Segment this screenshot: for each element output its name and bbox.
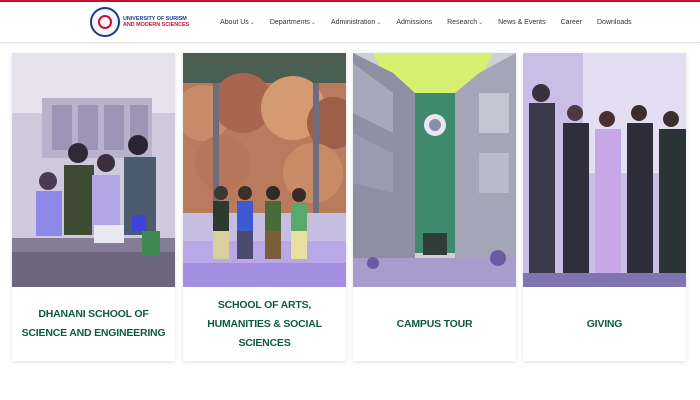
logo-title-line2: AND MODERN SCIENCES bbox=[123, 22, 190, 28]
nav-news-events-label: News & Events bbox=[498, 18, 546, 26]
nav-career-label: Career bbox=[560, 18, 582, 26]
nav-downloads[interactable]: Downloads bbox=[597, 19, 632, 26]
nav-departments[interactable]: Departments ⌄ bbox=[270, 19, 316, 26]
card-arts-humanities-label: SCHOOL OF ARTS, HUMANITIES & SOCIAL SCIE… bbox=[207, 298, 322, 349]
university-seal-icon bbox=[90, 7, 120, 37]
card-campus-tour[interactable]: CAMPUS TOUR bbox=[353, 53, 516, 361]
card-science-engineering[interactable]: DHANANI SCHOOL OF SCIENCE AND ENGINEERIN… bbox=[12, 53, 175, 361]
nav-admissions-label: Admissions bbox=[396, 18, 433, 26]
nav-news-events[interactable]: News & Events bbox=[498, 19, 545, 26]
nav-downloads-label: Downloads bbox=[597, 18, 632, 26]
card-giving-label: GIVING bbox=[586, 317, 623, 330]
campus-building-image bbox=[353, 53, 516, 287]
card-arts-humanities[interactable]: SCHOOL OF ARTS, HUMANITIES & SOCIAL SCIE… bbox=[183, 53, 346, 361]
nav-admissions[interactable]: Admissions bbox=[396, 19, 432, 26]
chevron-down-icon: ⌄ bbox=[376, 19, 382, 26]
card-campus-tour-label: CAMPUS TOUR bbox=[396, 317, 473, 330]
lab-students-image bbox=[12, 53, 175, 287]
students-outdoor-image bbox=[183, 53, 346, 287]
card-giving[interactable]: GIVING bbox=[523, 53, 686, 361]
site-header: UNIVERSITY OF SURISM AND MODERN SCIENCES… bbox=[0, 2, 700, 43]
chevron-down-icon: ⌄ bbox=[478, 19, 484, 26]
nav-research-label: Research bbox=[447, 18, 478, 26]
university-logo[interactable]: UNIVERSITY OF SURISM AND MODERN SCIENCES bbox=[90, 7, 215, 37]
nav-about-us[interactable]: About Us ⌄ bbox=[220, 19, 255, 26]
chevron-down-icon: ⌄ bbox=[310, 19, 316, 26]
nav-research[interactable]: Research ⌄ bbox=[447, 19, 483, 26]
nav-departments-label: Departments bbox=[269, 18, 310, 26]
nav-administration-label: Administration bbox=[330, 18, 376, 26]
donors-group-image bbox=[523, 53, 686, 287]
main-navigation: About Us ⌄ Departments ⌄ Administration ⌄ A… bbox=[220, 19, 647, 26]
chevron-down-icon: ⌄ bbox=[249, 19, 255, 26]
card-science-engineering-label: DHANANI SCHOOL OF SCIENCE AND ENGINEERIN… bbox=[21, 308, 166, 339]
nav-career[interactable]: Career bbox=[561, 19, 582, 26]
nav-administration[interactable]: Administration ⌄ bbox=[331, 19, 381, 26]
nav-about-us-label: About Us bbox=[220, 18, 249, 26]
